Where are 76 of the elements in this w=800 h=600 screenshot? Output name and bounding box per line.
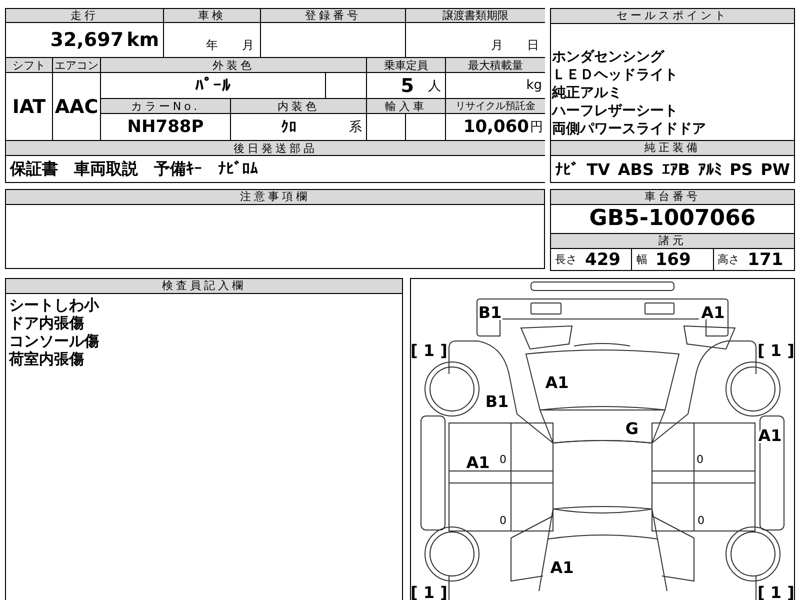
section-header: セールスポイント bbox=[551, 9, 794, 24]
column-header: 後日発送部品 bbox=[6, 141, 545, 155]
sales-point-text: ＬＥＤヘッドライト bbox=[552, 66, 679, 84]
damage-code: G bbox=[625, 419, 639, 438]
section-header: 検査員記入欄 bbox=[6, 279, 402, 294]
sales-point-text: ハーフレザーシート bbox=[552, 102, 679, 120]
spec-label: 幅 bbox=[636, 252, 648, 267]
damage-code: [ 1 ] bbox=[411, 583, 448, 600]
column-header: 外装色 bbox=[101, 58, 366, 72]
column-header: カラーNo. bbox=[101, 99, 230, 113]
color-number-value: NH788P bbox=[127, 117, 204, 137]
unit-label: 月 bbox=[491, 37, 503, 54]
spec-value: 429 bbox=[585, 250, 620, 270]
damage-code: A1 bbox=[550, 558, 574, 577]
sales-point-text: ホンダセンシング bbox=[552, 48, 666, 66]
column-header: 登録番号 bbox=[261, 9, 405, 22]
section-header: 諸元 bbox=[551, 233, 794, 249]
inspector-note: 荷室内張傷 bbox=[9, 350, 85, 368]
damage-code: A1 bbox=[701, 303, 725, 322]
parts-list: 保証書 車両取説 予備ｷｰ ﾅﾋﾞﾛﾑ bbox=[10, 158, 258, 180]
damage-code: B1 bbox=[478, 303, 502, 322]
capacity-value: 5 bbox=[400, 74, 414, 96]
recycle-fee-value: 10,060 bbox=[463, 117, 529, 137]
damage-code: 0 bbox=[696, 453, 704, 466]
unit-label: 年 bbox=[206, 37, 218, 54]
unit-label: 日 bbox=[527, 37, 539, 54]
damage-code: A1 bbox=[466, 453, 490, 472]
equipment-item: ｴｱB bbox=[662, 160, 690, 178]
column-header: 最大積載量 bbox=[446, 58, 545, 72]
damage-code: B1 bbox=[485, 392, 509, 411]
spec-value: 169 bbox=[655, 250, 691, 270]
column-header: 内装色 bbox=[231, 99, 366, 113]
equipment-item: TV bbox=[586, 160, 610, 178]
unit-label: 人 bbox=[428, 78, 441, 94]
unit-label: 系 bbox=[349, 119, 362, 136]
column-header: 乗車定員 bbox=[367, 58, 445, 72]
interior-color-value: ｸﾛ bbox=[281, 118, 297, 136]
equipment-item: PW bbox=[760, 160, 790, 178]
spec-label: 高さ bbox=[718, 252, 740, 267]
shift-value: IAT bbox=[12, 96, 46, 118]
sales-point-text: 純正アルミ bbox=[552, 84, 623, 102]
column-header: 走行 bbox=[6, 9, 163, 22]
damage-code: [ 1 ] bbox=[758, 341, 794, 360]
damage-code: 0 bbox=[698, 514, 704, 527]
inspector-note: シートしわ小 bbox=[9, 296, 100, 314]
column-header: シフト bbox=[6, 58, 52, 72]
equipment-item: ｱﾙﾐ bbox=[698, 160, 722, 178]
column-header: 車検 bbox=[164, 9, 260, 22]
column-header: 譲渡書類期限 bbox=[406, 9, 545, 22]
unit-label: 月 bbox=[242, 37, 254, 54]
column-header: リサイクル預託金 bbox=[446, 99, 545, 113]
damage-code: [ 1 ] bbox=[758, 583, 794, 600]
unit-label: km bbox=[126, 29, 159, 51]
column-header: 輸入車 bbox=[367, 99, 445, 113]
section-header: 注意事項欄 bbox=[6, 190, 544, 205]
damage-code: A1 bbox=[545, 373, 569, 392]
inspector-note: ドア内張傷 bbox=[9, 314, 85, 332]
column-header: エアコン bbox=[53, 58, 100, 72]
spec-value: 171 bbox=[748, 250, 784, 270]
section-header: 車台番号 bbox=[551, 190, 794, 205]
damage-code: 0 bbox=[500, 514, 506, 527]
unit-label: kg bbox=[526, 78, 542, 93]
equipment-item: PS bbox=[730, 160, 753, 178]
spec-label: 長さ bbox=[555, 252, 577, 267]
mileage-value: 32,697 bbox=[50, 29, 124, 51]
exterior-color-value: ﾊﾟｰﾙ bbox=[195, 76, 231, 96]
damage-code: [ 1 ] bbox=[411, 341, 448, 360]
section-header: 純正装備 bbox=[551, 140, 794, 156]
inspector-note: コンソール傷 bbox=[9, 332, 100, 350]
sales-point-text: 両側パワースライドドア bbox=[552, 120, 707, 138]
unit-label: 円 bbox=[530, 119, 543, 136]
equipment-item: ABS bbox=[618, 160, 654, 178]
air-conditioner-value: AAC bbox=[54, 96, 98, 118]
damage-code: 0 bbox=[500, 453, 506, 466]
chassis-number: GB5-1007066 bbox=[588, 205, 757, 233]
equipment-item: ﾅﾋﾞ bbox=[554, 160, 579, 178]
